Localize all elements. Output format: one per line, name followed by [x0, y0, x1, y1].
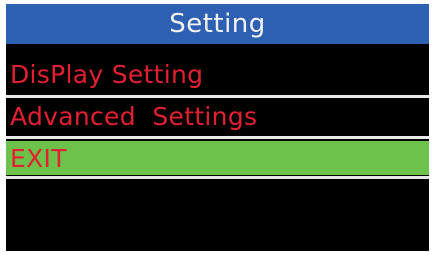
page-title: Setting: [169, 9, 266, 39]
device-screen: Setting DisPlay Setting Advanced Setting…: [6, 4, 429, 251]
menu-item-label: EXIT: [10, 143, 67, 173]
title-bar: Setting: [6, 4, 429, 44]
menu-item-advanced-settings[interactable]: Advanced Settings: [6, 99, 429, 133]
menu-divider: [6, 176, 429, 179]
menu-item-exit[interactable]: EXIT: [6, 141, 429, 175]
menu-divider: [6, 95, 429, 98]
menu-divider: [6, 136, 429, 139]
menu-item-display-setting[interactable]: DisPlay Setting: [6, 57, 429, 91]
menu-item-label: Advanced Settings: [10, 101, 258, 131]
menu-item-label: DisPlay Setting: [10, 59, 204, 89]
